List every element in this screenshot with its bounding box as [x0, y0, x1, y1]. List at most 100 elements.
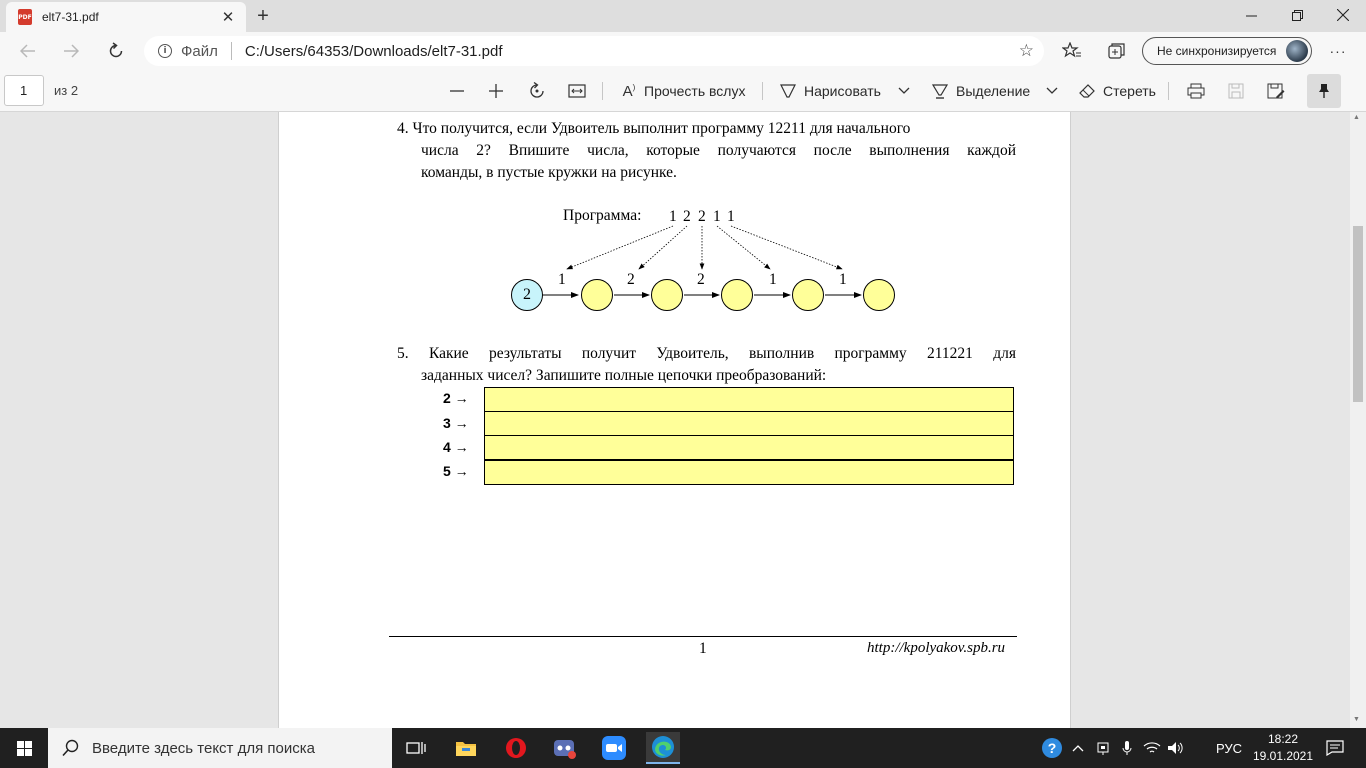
page-total-label: из 2: [54, 83, 79, 98]
search-placeholder: Введите здесь текст для поиска: [92, 739, 315, 757]
answer-row-label: 4 →: [443, 439, 469, 455]
footer-url: http://kpolyakov.spb.ru: [867, 640, 1006, 656]
read-aloud-button[interactable]: Прочесть вслух: [644, 83, 745, 99]
save-as-button[interactable]: [1265, 78, 1287, 104]
rotate-icon: [530, 82, 544, 98]
zoom-app[interactable]: [597, 732, 631, 764]
address-bar[interactable]: i Файл C:/Users/64353/Downloads/elt7-31.…: [144, 36, 1044, 66]
zoom-out-button[interactable]: [446, 78, 468, 104]
highlighter-icon: [932, 84, 948, 99]
question-5-line-1: 5. Какие результаты получит Удвоитель, в…: [397, 345, 1016, 362]
answer-field[interactable]: [484, 460, 1014, 485]
footer-page-number: 1: [699, 640, 707, 657]
svg-text:?: ?: [1048, 740, 1057, 756]
system-clock[interactable]: 18:22 19.01.2021: [1252, 731, 1314, 765]
save-as-icon: [1267, 83, 1285, 99]
toolbar-separator: [762, 82, 763, 100]
volume-icon[interactable]: [1166, 728, 1186, 768]
collections-button[interactable]: [1103, 38, 1131, 64]
minus-icon: [450, 90, 464, 92]
help-icon[interactable]: ?: [1040, 728, 1064, 768]
pin-toolbar-button[interactable]: [1307, 74, 1341, 108]
collections-icon: [1108, 43, 1125, 59]
erase-button[interactable]: Стереть: [1103, 83, 1156, 99]
answer-circle[interactable]: [863, 279, 895, 311]
rotate-button[interactable]: [526, 78, 548, 104]
search-icon: [62, 739, 79, 757]
windows-taskbar: Введите здесь текст для поиска ? РУС 18:…: [0, 728, 1366, 768]
taskbar-search[interactable]: Введите здесь текст для поиска: [48, 728, 392, 768]
close-tab-icon[interactable]: ✕: [218, 7, 238, 27]
arrow-right-icon: [64, 44, 79, 58]
refresh-icon: [109, 42, 123, 58]
pin-icon: [1319, 84, 1329, 98]
dotted-arrow: [716, 225, 771, 270]
edge-label: 1: [558, 271, 566, 288]
back-button[interactable]: [14, 38, 42, 64]
settings-menu-button[interactable]: ···: [1324, 38, 1352, 64]
scrollbar-thumb[interactable]: [1353, 226, 1363, 402]
read-aloud-icon[interactable]: A): [619, 78, 639, 104]
draw-icon[interactable]: [778, 78, 798, 104]
notifications-button[interactable]: [1322, 728, 1348, 768]
edge-browser-icon: [652, 736, 674, 758]
zoom-in-button[interactable]: [485, 78, 507, 104]
answer-row-label: 5 →: [443, 463, 469, 479]
start-number-circle: 2: [511, 279, 543, 311]
close-window-button[interactable]: [1320, 0, 1366, 30]
browser-tab[interactable]: PDF elt7-31.pdf ✕: [6, 2, 246, 32]
restore-icon: [1291, 9, 1303, 21]
address-separator: [230, 42, 232, 60]
favorite-star-icon[interactable]: ☆: [1019, 41, 1034, 61]
favorites-button[interactable]: [1058, 38, 1086, 64]
sync-status-button[interactable]: Не синхронизируется: [1142, 37, 1312, 65]
printer-icon: [1187, 83, 1205, 99]
answer-circle[interactable]: [651, 279, 683, 311]
pdf-viewport[interactable]: 4. Что получится, если Удвоитель выполни…: [0, 112, 1366, 728]
answer-field[interactable]: [484, 411, 1014, 436]
folder-icon: [456, 742, 476, 756]
tray-expand-chevron-up-icon[interactable]: [1069, 728, 1087, 768]
scroll-up-icon[interactable]: ▲: [1353, 114, 1360, 121]
info-icon[interactable]: i: [158, 44, 172, 58]
draw-button[interactable]: Нарисовать: [804, 83, 881, 99]
language-indicator[interactable]: РУС: [1212, 728, 1246, 768]
draw-options-chevron-down-icon[interactable]: [894, 78, 914, 104]
file-explorer-app[interactable]: [449, 732, 483, 764]
print-button[interactable]: [1185, 78, 1207, 104]
wifi-icon[interactable]: [1142, 728, 1162, 768]
eraser-icon[interactable]: [1077, 78, 1097, 104]
answer-circle[interactable]: [792, 279, 824, 311]
vertical-scrollbar[interactable]: ▲ ▼: [1350, 112, 1366, 728]
opera-icon: [506, 738, 526, 758]
answer-field[interactable]: [484, 435, 1014, 460]
network-device-icon[interactable]: [1094, 728, 1112, 768]
answer-field[interactable]: [484, 387, 1014, 412]
gamepad-icon: [554, 740, 576, 759]
fit-page-button[interactable]: [566, 78, 588, 104]
microphone-icon[interactable]: [1118, 728, 1136, 768]
close-icon: [1337, 9, 1349, 21]
answer-circle[interactable]: [581, 279, 613, 311]
task-view-button[interactable]: [399, 732, 433, 764]
opera-app[interactable]: [499, 732, 533, 764]
highlight-icon[interactable]: [930, 78, 950, 104]
highlight-button[interactable]: Выделение: [956, 83, 1030, 99]
scroll-down-icon[interactable]: ▼: [1353, 716, 1360, 723]
address-url[interactable]: C:/Users/64353/Downloads/elt7-31.pdf: [245, 43, 1019, 60]
highlight-options-chevron-down-icon[interactable]: [1042, 78, 1062, 104]
refresh-button[interactable]: [102, 38, 130, 64]
favorites-list-icon: [1062, 42, 1081, 58]
minimize-window-button[interactable]: [1228, 0, 1274, 30]
question-5-line-2: заданных чисел? Запишите полные цепочки …: [421, 367, 827, 384]
page-number-input[interactable]: 1: [4, 75, 44, 106]
start-button[interactable]: [0, 728, 48, 768]
new-tab-button[interactable]: +: [252, 5, 274, 27]
toolbar-separator: [1168, 82, 1169, 100]
forward-button[interactable]: [57, 38, 85, 64]
answer-circle[interactable]: [721, 279, 753, 311]
save-button[interactable]: [1225, 78, 1247, 104]
edge-app-active[interactable]: [646, 732, 680, 764]
gaming-app[interactable]: [548, 732, 582, 764]
restore-window-button[interactable]: [1274, 0, 1320, 30]
